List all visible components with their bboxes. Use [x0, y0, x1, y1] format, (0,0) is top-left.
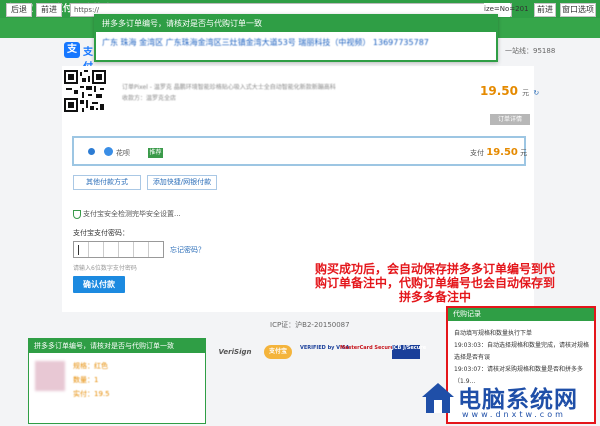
payment-method-box[interactable]: [72, 136, 526, 166]
add-card-button[interactable]: 添加快捷/网银付款: [147, 175, 217, 190]
annotation-text: 购买成功后，会自动保存拼多多订单编号到代购订单备注中，代购订单编号也会自动保存到…: [314, 262, 555, 304]
password-cell[interactable]: [74, 242, 89, 257]
popup-title: 拼多多订单编号，请核对是否与代购订单一致: [96, 16, 496, 32]
alipay-logo-icon: 支: [64, 42, 80, 58]
order-title: 订单Pixel - 温罗克 晶鹏环境智能珍格贴心吸入式大士全自动智能化新款新蹦高…: [122, 84, 336, 91]
security-note: 支付宝安全检测完毕安全设置...: [73, 209, 181, 219]
password-cell[interactable]: [134, 242, 149, 257]
confirm-pay-button[interactable]: 确认付款: [73, 276, 125, 293]
password-cell[interactable]: [119, 242, 134, 257]
shield-icon: [73, 209, 81, 219]
password-cell[interactable]: [149, 242, 163, 257]
recommend-badge: 推荐: [148, 148, 163, 158]
password-cell[interactable]: [104, 242, 119, 257]
security-note-text: 支付宝安全检测完毕安全设置...: [83, 210, 181, 218]
pay-prefix: 支付: [470, 149, 484, 157]
payment-radio[interactable]: [88, 148, 95, 155]
window-options-button[interactable]: 窗口选项: [560, 3, 596, 17]
order-amount-unit: 元: [522, 89, 530, 97]
verified-by-visa-logo: VERIFIED by VISA: [300, 345, 350, 351]
log-line: 选择是否有误: [454, 354, 491, 361]
jcb-logo: JCB J/Secure: [392, 345, 426, 359]
nav-forward-right-button[interactable]: 前进: [534, 3, 556, 17]
order-notice-popup: 拼多多订单编号，请核对是否与代购订单一致 广东 珠海 金湾区 广东珠海金湾区三灶…: [94, 14, 498, 62]
password-cell[interactable]: [89, 242, 104, 257]
url-text: https://: [74, 6, 100, 14]
icp-footer: ICP证：沪B2-20150087: [270, 321, 350, 329]
pdd-order-panel: 拼多多订单编号，请核对是否与代购订单一致 规格：红色 数量：1 实付：19.5: [28, 338, 206, 424]
other-methods-button[interactable]: 其他付款方式: [73, 175, 141, 190]
pay-amount: 支付 19.50 元: [470, 147, 527, 158]
password-label: 支付宝支付密码：: [73, 229, 129, 237]
pdd-paid: 实付：19.5: [73, 390, 110, 398]
log-line: 19:03:03：自动选择规格和数量完成，请核对规格: [454, 342, 589, 349]
forgot-password-link[interactable]: 忘记密码？: [170, 245, 205, 255]
log-panel-title: 代购记录: [448, 308, 594, 321]
order-payee: 收款方：温罗克全店: [122, 95, 177, 102]
qr-code-icon[interactable]: [64, 70, 106, 112]
order-details-button[interactable]: 订单详情: [490, 114, 530, 125]
order-amount: 19.50 元 ↻: [480, 84, 539, 98]
order-amount-value: 19.50: [480, 84, 518, 98]
password-hint: 请输入6位数字支付密码: [73, 265, 137, 272]
log-line: 自动填写规格和数量执行下单: [454, 330, 533, 337]
order-info: 订单Pixel - 温罗克 晶鹏环境智能珍格贴心吸入式大士全自动智能化新款新蹦高…: [122, 82, 422, 104]
pdd-panel-title: 拼多多订单编号，请核对是否与代购订单一致: [29, 339, 205, 353]
payment-method-label: 花呗: [116, 149, 130, 157]
log-line: 19:03:07：请核对采购规格和数量是否和拼多多: [454, 366, 583, 373]
pay-unit: 元: [520, 149, 528, 157]
pdd-quantity: 数量：1: [73, 376, 99, 384]
product-thumbnail: [35, 361, 65, 391]
watermark-url: www.dnxtw.com: [462, 410, 566, 419]
mastercard-logo: MasterCard SecureCode: [340, 345, 408, 351]
service-hotline: 一站线：95188: [505, 47, 556, 55]
watermark-title: 电脑系统网: [458, 387, 578, 413]
password-input[interactable]: [73, 241, 164, 258]
pay-amount-value: 19.50: [486, 147, 518, 158]
popup-body: 广东 珠海 金湾区 广东珠海金湾区三灶镇金湾大道53号 瑞丽科技（中视频） 13…: [102, 38, 429, 47]
pdd-spec: 规格：红色: [73, 362, 108, 370]
forward-button[interactable]: 前进: [36, 3, 62, 17]
huabei-icon: [104, 147, 113, 156]
house-icon: [422, 383, 454, 413]
alipay-trust-logo: 支付宝: [264, 345, 292, 359]
refresh-icon[interactable]: ↻: [533, 89, 539, 97]
verisign-logo: VeriSign: [218, 348, 252, 356]
back-button[interactable]: 后退: [6, 3, 32, 17]
